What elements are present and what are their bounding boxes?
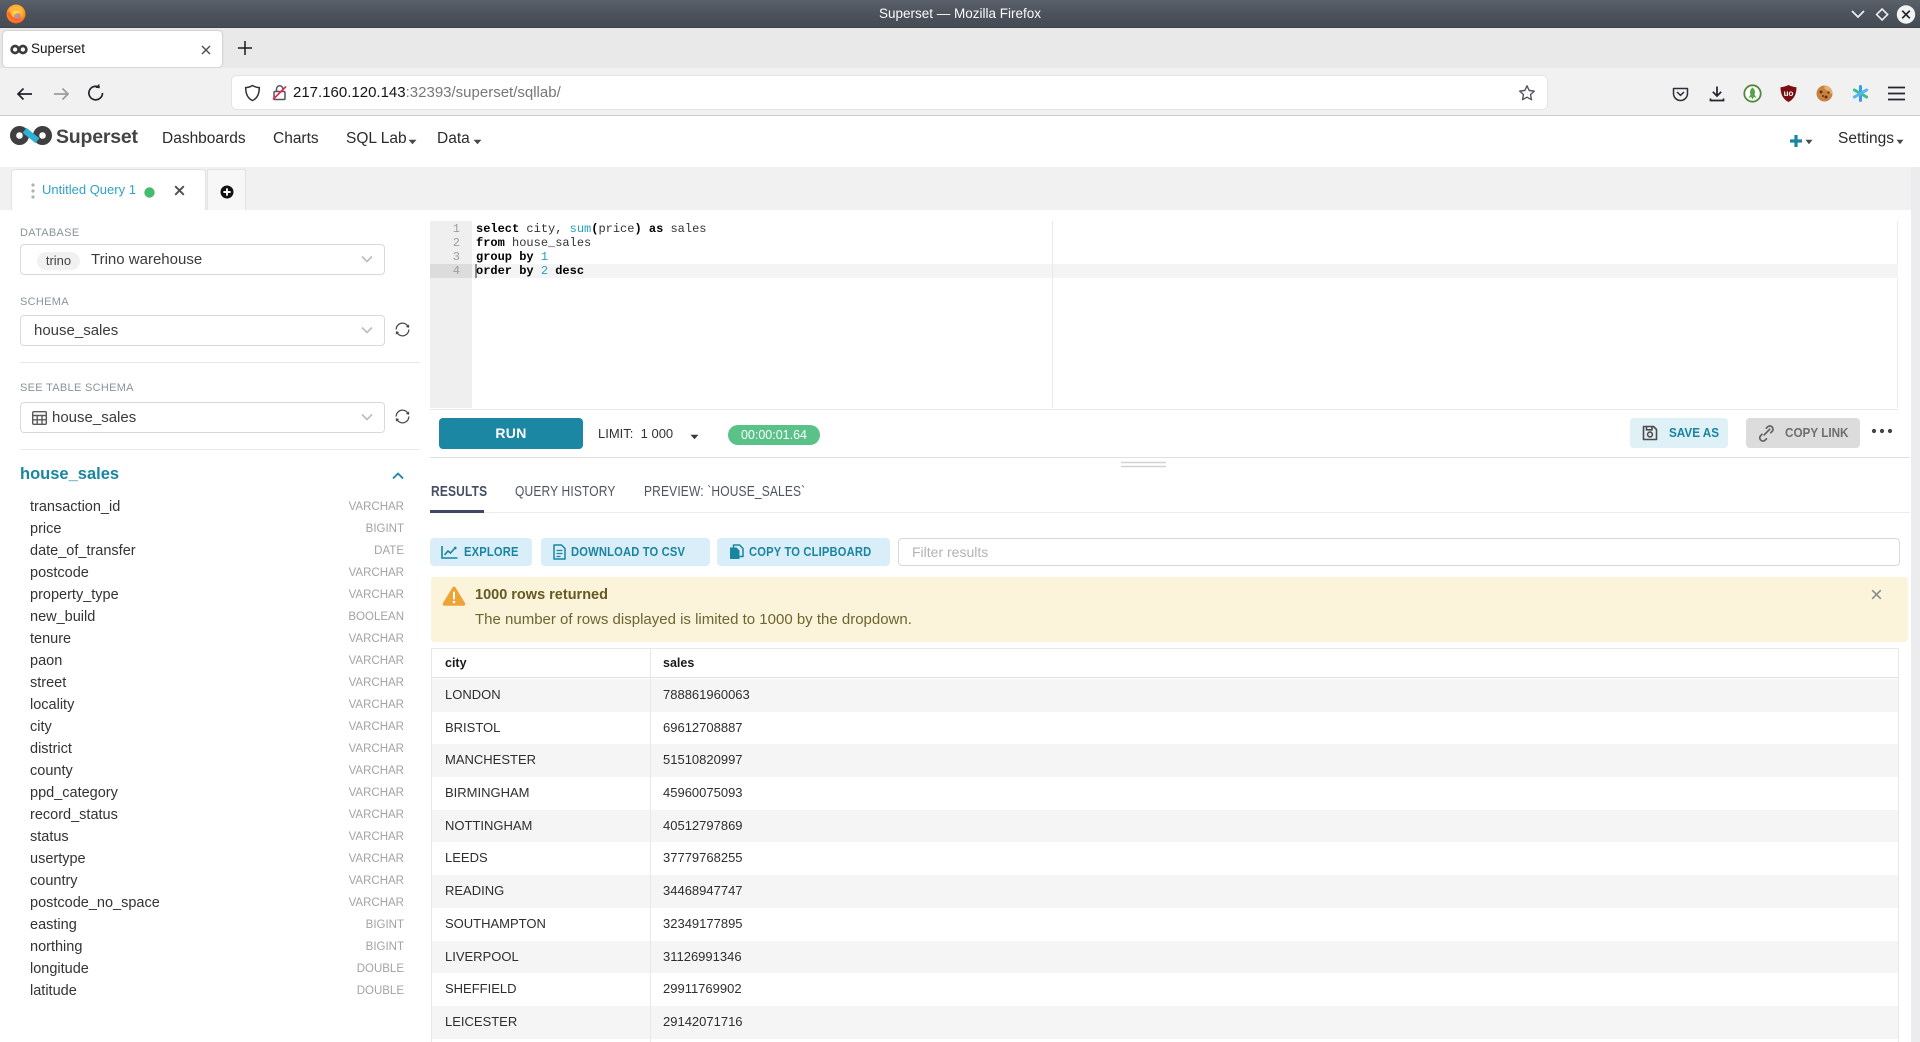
svg-text:uo: uo (1784, 89, 1794, 98)
